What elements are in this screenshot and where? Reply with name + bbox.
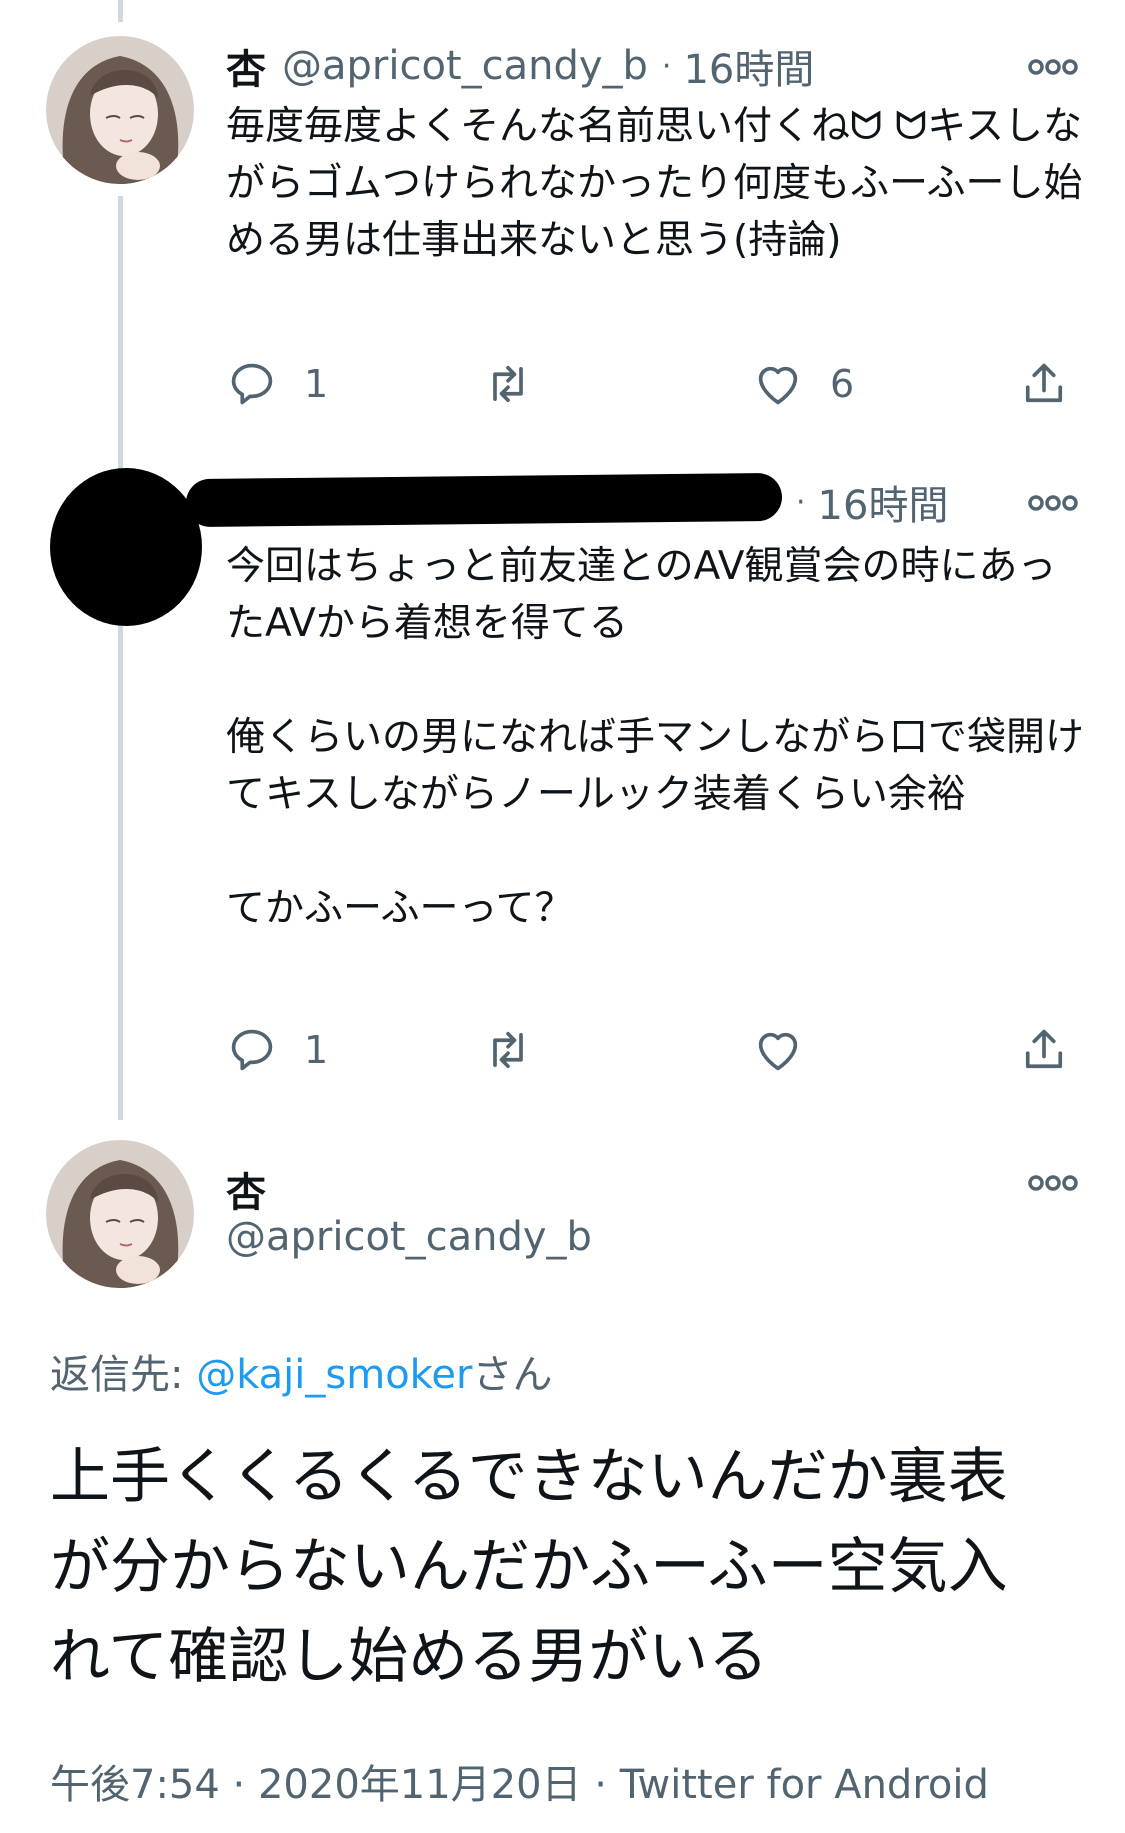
retweet-icon: [493, 1031, 523, 1069]
source-separator: ·: [581, 1762, 620, 1808]
like-icon: [758, 366, 798, 405]
like-count: 6: [830, 362, 855, 406]
thread-line-1: [118, 196, 123, 476]
tweet-meta: 午後7:54 · 2020年11月20日 · Twitter for Andro…: [50, 1752, 989, 1810]
main-tweet-text: 上手くくるくるできないんだか裏表が分からないんだかふーふー空気入れて確認し始める…: [50, 1442, 1008, 1692]
reply-icon: [231, 363, 273, 405]
avatar-illustration: [46, 1140, 194, 1288]
username[interactable]: @apricot_candy_b: [282, 43, 648, 89]
reply-count: 1: [304, 1028, 329, 1072]
share-icon: [1025, 1029, 1063, 1069]
reply-button[interactable]: 1: [226, 356, 328, 412]
avatar-illustration: [46, 36, 194, 184]
tweet-text: 今回はちょっと前友達とのAV観賞会の時にあったAVから着想を得てる 俺くらいの男…: [226, 544, 1085, 931]
reply-count: 1: [304, 362, 329, 406]
share-button[interactable]: [1018, 356, 1070, 412]
reply-button[interactable]: 1: [226, 1022, 328, 1078]
tweet-timestamp[interactable]: 午後7:54 · 2020年11月20日: [50, 1762, 582, 1808]
retweet-button[interactable]: [482, 1022, 560, 1078]
display-name[interactable]: 杏: [226, 1160, 266, 1218]
share-icon: [1025, 363, 1063, 403]
thread-line-top: [118, 0, 123, 22]
tweet-text: 毎度毎度よくそんな名前思い付くねᗢ ᗢキスしながらゴムつけられなかったり何度もふ…: [226, 104, 1083, 263]
timestamp[interactable]: 16時間: [683, 37, 814, 95]
username[interactable]: @apricot_candy_b: [226, 1214, 592, 1260]
avatar[interactable]: [46, 36, 194, 184]
reply-to-suffix: さん: [472, 1352, 553, 1398]
retweet-icon: [493, 365, 523, 403]
like-button[interactable]: 6: [752, 356, 854, 412]
more-icon[interactable]: [1027, 1168, 1079, 1198]
separator-dot: ·: [661, 48, 672, 84]
separator-dot: ·: [796, 484, 806, 520]
like-button[interactable]: [752, 1022, 830, 1078]
redacted-name: [185, 472, 783, 528]
avatar[interactable]: [46, 1140, 194, 1288]
reply-icon: [231, 1029, 273, 1071]
tweet-header: 杏 @apricot_candy_b · 16時間: [226, 37, 814, 95]
tweet-header: · 16時間: [796, 473, 949, 531]
more-icon[interactable]: [1027, 488, 1079, 518]
reply-to-handle[interactable]: @kaji_smoker: [196, 1352, 472, 1398]
share-button[interactable]: [1018, 1022, 1070, 1078]
redacted-avatar[interactable]: [50, 468, 202, 626]
retweet-button[interactable]: [482, 356, 560, 412]
reply-to-label: 返信先:: [50, 1352, 197, 1398]
like-icon: [758, 1032, 798, 1071]
display-name[interactable]: 杏: [226, 37, 266, 95]
reply-context: 返信先: @kaji_smokerさん: [50, 1342, 552, 1400]
timestamp[interactable]: 16時間: [818, 473, 949, 531]
thread-line-2: [118, 620, 123, 1120]
more-icon[interactable]: [1027, 52, 1079, 82]
tweet-source[interactable]: Twitter for Android: [620, 1762, 989, 1808]
